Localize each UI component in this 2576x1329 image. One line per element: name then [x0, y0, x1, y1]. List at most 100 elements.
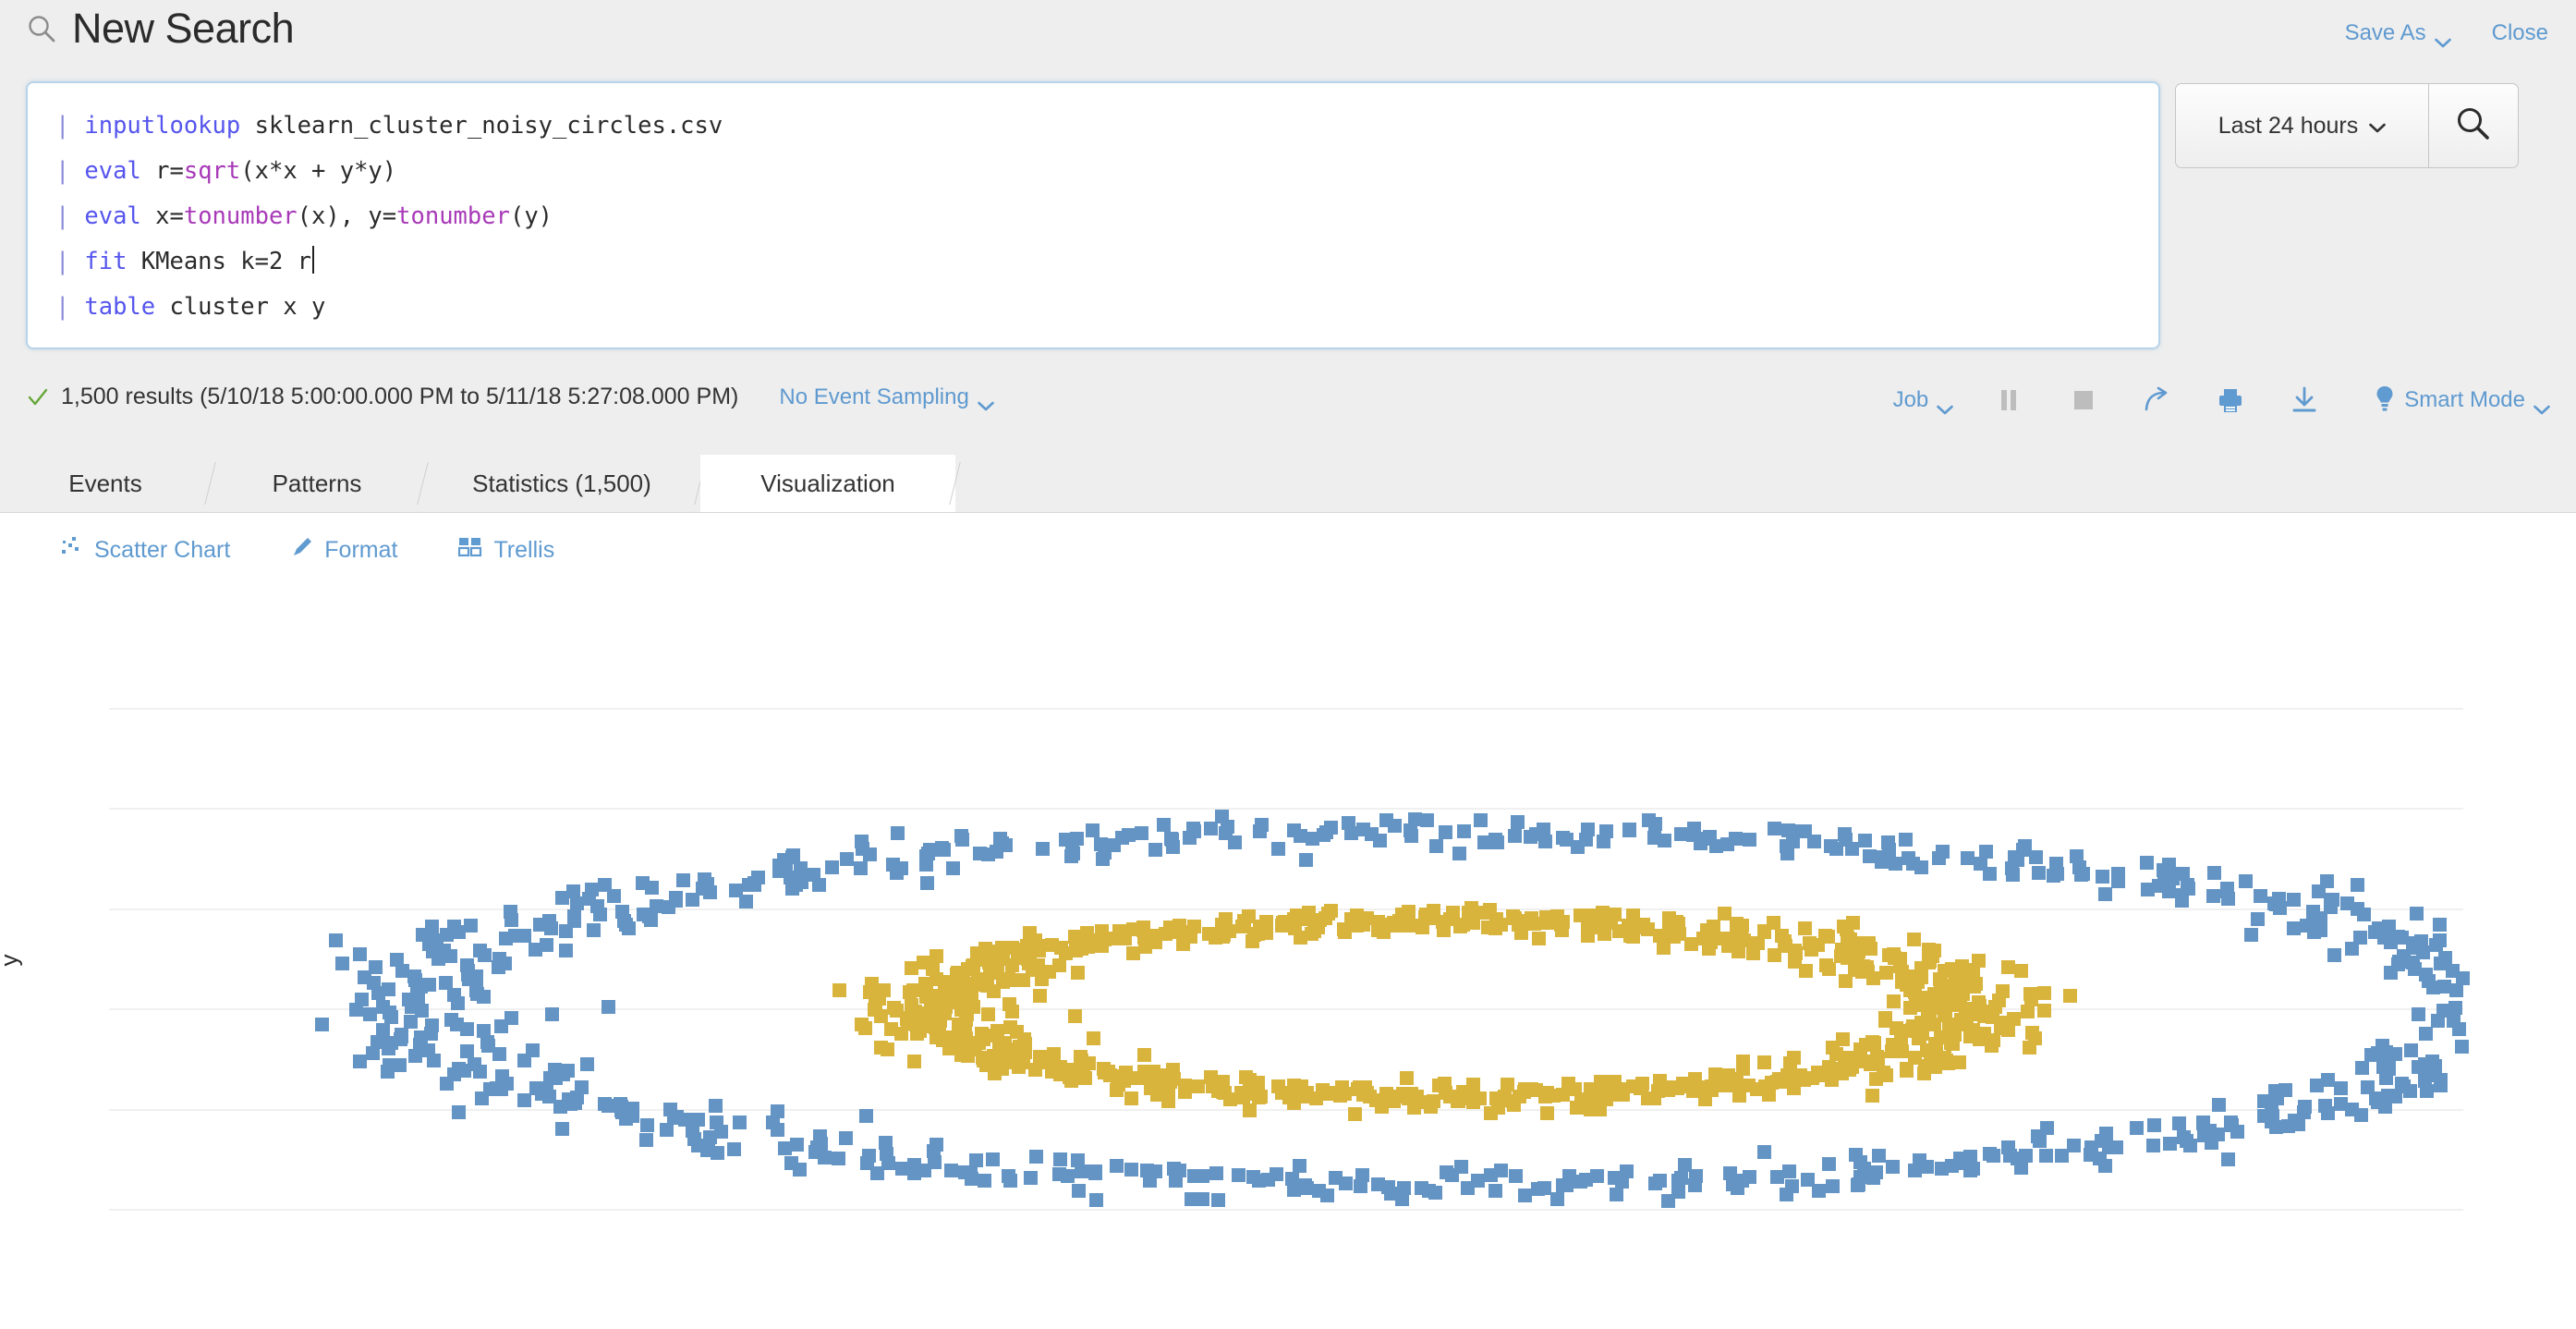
- data-point[interactable]: [1227, 835, 1242, 849]
- data-point[interactable]: [559, 923, 574, 938]
- data-point[interactable]: [403, 1015, 418, 1030]
- data-point[interactable]: [1506, 909, 1521, 924]
- data-point[interactable]: [2320, 874, 2335, 889]
- data-point[interactable]: [427, 1054, 442, 1068]
- data-point[interactable]: [329, 933, 344, 947]
- data-point[interactable]: [1161, 1093, 1176, 1108]
- data-point[interactable]: [1060, 1168, 1075, 1183]
- data-point[interactable]: [1337, 924, 1352, 939]
- data-point[interactable]: [771, 1122, 785, 1137]
- data-point[interactable]: [1253, 1090, 1268, 1104]
- data-point[interactable]: [2410, 906, 2424, 921]
- data-point[interactable]: [2334, 1080, 2348, 1095]
- print-icon[interactable]: [2212, 382, 2249, 419]
- data-point[interactable]: [504, 912, 518, 927]
- data-point[interactable]: [2394, 1076, 2409, 1091]
- data-point[interactable]: [464, 919, 479, 933]
- data-point[interactable]: [869, 1165, 884, 1180]
- data-point[interactable]: [2318, 1098, 2333, 1113]
- data-point[interactable]: [890, 826, 905, 841]
- data-point[interactable]: [2097, 887, 2112, 902]
- data-point[interactable]: [1124, 1163, 1138, 1177]
- data-point[interactable]: [2021, 1004, 2035, 1018]
- data-point[interactable]: [777, 1140, 792, 1155]
- data-point[interactable]: [1286, 823, 1301, 837]
- data-point[interactable]: [2162, 1137, 2177, 1152]
- data-point[interactable]: [450, 996, 465, 1011]
- data-point[interactable]: [1403, 823, 1418, 838]
- data-point[interactable]: [569, 896, 584, 910]
- data-point[interactable]: [1211, 1193, 1226, 1208]
- scatter-chart-button[interactable]: Scatter Chart: [59, 535, 230, 566]
- time-range-picker[interactable]: Last 24 hours: [2175, 83, 2428, 168]
- data-point[interactable]: [1024, 1170, 1039, 1185]
- data-point[interactable]: [1157, 818, 1172, 833]
- data-point[interactable]: [474, 1091, 489, 1106]
- data-point[interactable]: [1586, 908, 1601, 923]
- data-point[interactable]: [1729, 917, 1744, 932]
- data-point[interactable]: [2023, 987, 2037, 1002]
- data-point[interactable]: [1822, 1060, 1837, 1075]
- data-point[interactable]: [1817, 929, 1832, 944]
- data-point[interactable]: [477, 948, 492, 963]
- data-point[interactable]: [444, 948, 458, 963]
- data-point[interactable]: [1880, 835, 1895, 849]
- search-mode-button[interactable]: Smart Mode: [2375, 384, 2550, 417]
- data-point[interactable]: [371, 986, 386, 1001]
- data-point[interactable]: [2354, 1061, 2369, 1076]
- data-point[interactable]: [1137, 1048, 1152, 1063]
- data-point[interactable]: [1879, 965, 1894, 980]
- data-point[interactable]: [2001, 960, 2016, 975]
- data-point[interactable]: [943, 1164, 958, 1178]
- data-point[interactable]: [544, 1006, 559, 1021]
- data-point[interactable]: [1333, 1088, 1348, 1103]
- data-point[interactable]: [493, 1019, 508, 1034]
- data-point[interactable]: [2031, 866, 2046, 881]
- data-point[interactable]: [2098, 1126, 2113, 1140]
- data-point[interactable]: [1743, 833, 1757, 847]
- data-point[interactable]: [1306, 831, 1320, 846]
- data-point[interactable]: [529, 942, 543, 957]
- data-point[interactable]: [1786, 1051, 1801, 1066]
- data-point[interactable]: [1070, 965, 1085, 980]
- data-point[interactable]: [349, 1002, 364, 1017]
- data-point[interactable]: [645, 880, 660, 895]
- data-point[interactable]: [1003, 1173, 1018, 1188]
- data-point[interactable]: [1661, 910, 1676, 925]
- data-point[interactable]: [708, 1099, 723, 1114]
- event-sampling-button[interactable]: No Event Sampling: [779, 384, 994, 411]
- data-point[interactable]: [1958, 1002, 1973, 1017]
- data-point[interactable]: [789, 1137, 804, 1152]
- data-point[interactable]: [2205, 888, 2220, 903]
- data-point[interactable]: [662, 899, 676, 914]
- data-point[interactable]: [1635, 1076, 1650, 1091]
- data-point[interactable]: [2036, 1004, 2051, 1018]
- data-point[interactable]: [1652, 1074, 1667, 1089]
- data-point[interactable]: [1550, 1192, 1565, 1207]
- data-point[interactable]: [1962, 1149, 1977, 1164]
- data-point[interactable]: [586, 922, 601, 937]
- data-point[interactable]: [2298, 1099, 2313, 1114]
- data-point[interactable]: [639, 1117, 654, 1132]
- data-point[interactable]: [1741, 1078, 1756, 1092]
- data-point[interactable]: [2108, 1140, 2123, 1155]
- data-point[interactable]: [1913, 1153, 1927, 1168]
- data-point[interactable]: [2381, 920, 2396, 934]
- data-point[interactable]: [381, 1042, 395, 1056]
- data-point[interactable]: [1781, 823, 1796, 838]
- data-point[interactable]: [1439, 825, 1453, 840]
- data-point[interactable]: [1872, 1148, 1887, 1163]
- data-point[interactable]: [2239, 874, 2254, 889]
- data-point[interactable]: [1252, 823, 1267, 838]
- data-point[interactable]: [1077, 1071, 1092, 1086]
- data-point[interactable]: [2445, 964, 2460, 979]
- tab-events[interactable]: Events: [0, 455, 216, 512]
- data-point[interactable]: [407, 1049, 422, 1063]
- data-point[interactable]: [1971, 1003, 1986, 1018]
- data-point[interactable]: [516, 1093, 531, 1108]
- data-point[interactable]: [1004, 957, 1019, 972]
- data-point[interactable]: [1242, 1103, 1257, 1118]
- data-point[interactable]: [621, 921, 636, 935]
- data-point[interactable]: [2344, 942, 2359, 957]
- data-point[interactable]: [1996, 983, 2011, 998]
